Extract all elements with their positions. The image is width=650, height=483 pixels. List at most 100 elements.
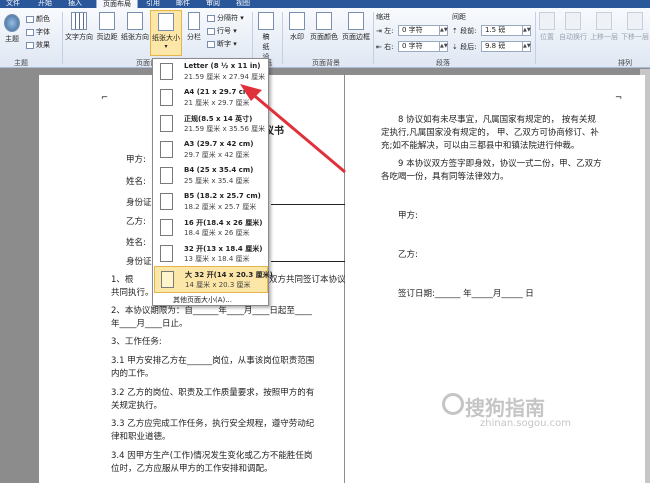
chevron-down-icon: ▾ [164, 43, 168, 50]
spinner-icon[interactable]: ▲▼ [439, 26, 448, 35]
corner-mark: ¬ [615, 93, 623, 103]
doc-line: 定执行,凡属国家没有规定的， 甲、乙双方可协商修订、补 [381, 128, 599, 138]
paper-size-dims: 13 厘米 x 18.4 厘米 [184, 255, 250, 263]
page-icon [160, 193, 173, 210]
paper-size-a4[interactable]: A4 (21 x 29.7 cm) 21 厘米 x 29.7 厘米 [154, 85, 268, 111]
doc-line: 双方共同签订本协议, [269, 275, 349, 285]
columns-icon [188, 12, 200, 30]
position-button[interactable]: 位置 [537, 12, 557, 42]
page-icon [160, 115, 173, 132]
theme-fonts-button[interactable]: 字体 [26, 27, 50, 37]
columns-button[interactable]: 分栏 [184, 12, 204, 42]
text-direction-button[interactable]: 文字方向 [64, 12, 94, 42]
paper-size-dims: 18.2 厘米 x 25.7 厘米 [184, 203, 257, 211]
doc-line: 充;如不能解决，可以由三都县中和镇法院进行仲裁。 [381, 141, 580, 151]
doc-line: 律和职业道德。 [111, 432, 171, 442]
paper-size-dims: 18.4 厘米 x 26 厘米 [184, 229, 250, 237]
theme-colors-button[interactable]: 颜色 [26, 14, 50, 24]
doc-line: 8 协议如有未尽事宜，凡属国家有规定的， 按有关规 [398, 115, 596, 125]
page-icon [160, 245, 173, 262]
separator [282, 12, 283, 64]
paper-size-dims: 21.59 厘米 x 35.56 厘米 [184, 125, 266, 133]
paper-size-a3[interactable]: A3 (29.7 x 42 cm) 29.7 厘米 x 42 厘米 [154, 137, 268, 163]
fonts-icon [26, 28, 34, 36]
spacing-after-field[interactable]: 9.8 磅 ▲▼ [481, 41, 531, 52]
paper-size-name: 16 开(18.4 x 26 厘米) [184, 219, 263, 227]
page-color-button[interactable]: 页面颜色 [308, 12, 340, 42]
indent-right-field[interactable]: 0 字符 ▲▼ [398, 41, 448, 52]
theme-effects-button[interactable]: 效果 [26, 40, 50, 50]
separator [252, 12, 253, 64]
breaks-button[interactable]: 分隔符 ▾ [207, 13, 244, 23]
watermark-label: 水印 [290, 33, 304, 41]
fonts-label: 字体 [36, 28, 50, 36]
theme-group-label: 主题 [14, 59, 28, 67]
paper-size-menu: Letter (8 ½ x 11 in) 21.59 厘米 x 27.94 厘米… [152, 58, 273, 306]
paper-size-name: A4 (21 x 29.7 cm) [184, 88, 254, 96]
doc-line: 签订日期:______ 年_____月_____ 日 [398, 289, 534, 299]
paper-size-16k[interactable]: 16 开(18.4 x 26 厘米) 18.4 厘米 x 26 厘米 [154, 215, 268, 241]
spacing-before-field[interactable]: 1.5 磅 ▲▼ [481, 25, 531, 36]
doc-line: 3.2 乙方的岗位、职责及工作质量要求，按照甲方的有 [111, 388, 315, 398]
page-icon [160, 141, 173, 158]
indent-right-label: ⇤ 右: [376, 43, 394, 51]
tab-review[interactable]: 审阅 [206, 0, 220, 8]
spacing-title: 间距 [452, 13, 466, 21]
indent-left-field[interactable]: 0 字符 ▲▼ [398, 25, 448, 36]
ribbon: 主题 颜色 字体 效果 主题 文字方向 页边距 纸张方向 纸张大小 ▾ 分栏 分… [0, 8, 650, 71]
hyphenation-button[interactable]: 断字 ▾ [207, 39, 237, 49]
page-color-label: 页面颜色 [310, 33, 338, 41]
themes-icon [4, 14, 20, 32]
effects-label: 效果 [36, 41, 50, 49]
doc-line: 9 本协议双方签字即身效，协议一式二份，甲、乙双方 [398, 159, 602, 169]
watermark-button[interactable]: 水印 [286, 12, 308, 42]
page-borders-button[interactable]: 页面边框 [340, 12, 372, 42]
paper-size-name: 正规(8.5 x 14 英寸) [184, 115, 253, 123]
tab-page-layout[interactable]: 页面布局 [96, 0, 138, 8]
paper-size-big-32k[interactable]: 大 32 开(14 x 20.3 厘米) 14 厘米 x 20.3 厘米 [154, 266, 273, 293]
paper-size-name: B5 (18.2 x 25.7 cm) [184, 192, 261, 200]
orientation-icon [127, 12, 143, 30]
paper-size-b4[interactable]: B4 (25 x 35.4 cm) 25 厘米 x 35.4 厘米 [154, 163, 268, 189]
paper-size-legal[interactable]: 正规(8.5 x 14 英寸) 21.59 厘米 x 35.56 厘米 [154, 111, 268, 137]
wrap-text-button[interactable]: 自动换行 [558, 12, 588, 42]
spinner-icon[interactable]: ▲▼ [439, 42, 448, 51]
spinner-icon[interactable]: ▲▼ [522, 26, 531, 35]
tab-insert[interactable]: 插入 [68, 0, 82, 8]
paper-size-icon [158, 13, 174, 31]
doc-line: 乙方: [398, 250, 418, 260]
spinner-icon[interactable]: ▲▼ [522, 42, 531, 51]
paper-size-button[interactable]: 纸张大小 ▾ [150, 10, 182, 56]
doc-line: 3.4 因甲方生产(工作)情况发生变化或乙方不能胜任岗 [111, 451, 313, 461]
line-numbers-button[interactable]: 行号 ▾ [207, 26, 237, 36]
paper-size-b5[interactable]: B5 (18.2 x 25.7 cm) 18.2 厘米 x 25.7 厘米 [154, 189, 268, 215]
orientation-button[interactable]: 纸张方向 [120, 12, 150, 42]
paper-size-32k[interactable]: 32 开(13 x 18.4 厘米) 13 厘米 x 18.4 厘米 [154, 241, 268, 267]
hyphenation-icon [207, 40, 215, 48]
more-paper-sizes-link[interactable]: 其他页面大小(A)... [173, 295, 232, 305]
page-icon [161, 271, 174, 288]
tab-mailings[interactable]: 邮件 [176, 0, 190, 8]
spacing-before-label: ⇡ 段前: [452, 27, 477, 35]
paper-size-letter[interactable]: Letter (8 ½ x 11 in) 21.59 厘米 x 27.94 厘米 [154, 59, 268, 85]
breaks-label: 分隔符 [217, 14, 238, 22]
page-icon [160, 63, 173, 80]
tab-view[interactable]: 视图 [236, 0, 250, 8]
page-icon [160, 219, 173, 236]
wrap-text-icon [565, 12, 581, 30]
tab-references[interactable]: 引用 [146, 0, 160, 8]
themes-label: 主题 [5, 35, 19, 43]
separator [373, 12, 374, 64]
tab-home[interactable]: 开始 [38, 0, 52, 8]
themes-button[interactable]: 主题 [2, 14, 22, 44]
margins-button[interactable]: 页边距 [94, 12, 120, 42]
line-numbers-label: 行号 [217, 27, 231, 35]
tab-file[interactable]: 文件 [6, 0, 20, 8]
send-backward-button[interactable]: 下移一层 [620, 12, 650, 42]
doc-line: 3.3 乙方应完成工作任务，执行安全规程，遵守劳动纪 [111, 419, 315, 429]
paper-size-dims: 14 厘米 x 20.3 厘米 [185, 281, 251, 289]
page-icon [160, 167, 173, 184]
wrap-text-label: 自动换行 [559, 33, 587, 41]
bring-forward-button[interactable]: 上移一层 [589, 12, 619, 42]
paper-size-dims: 21.59 厘米 x 27.94 厘米 [184, 73, 266, 81]
